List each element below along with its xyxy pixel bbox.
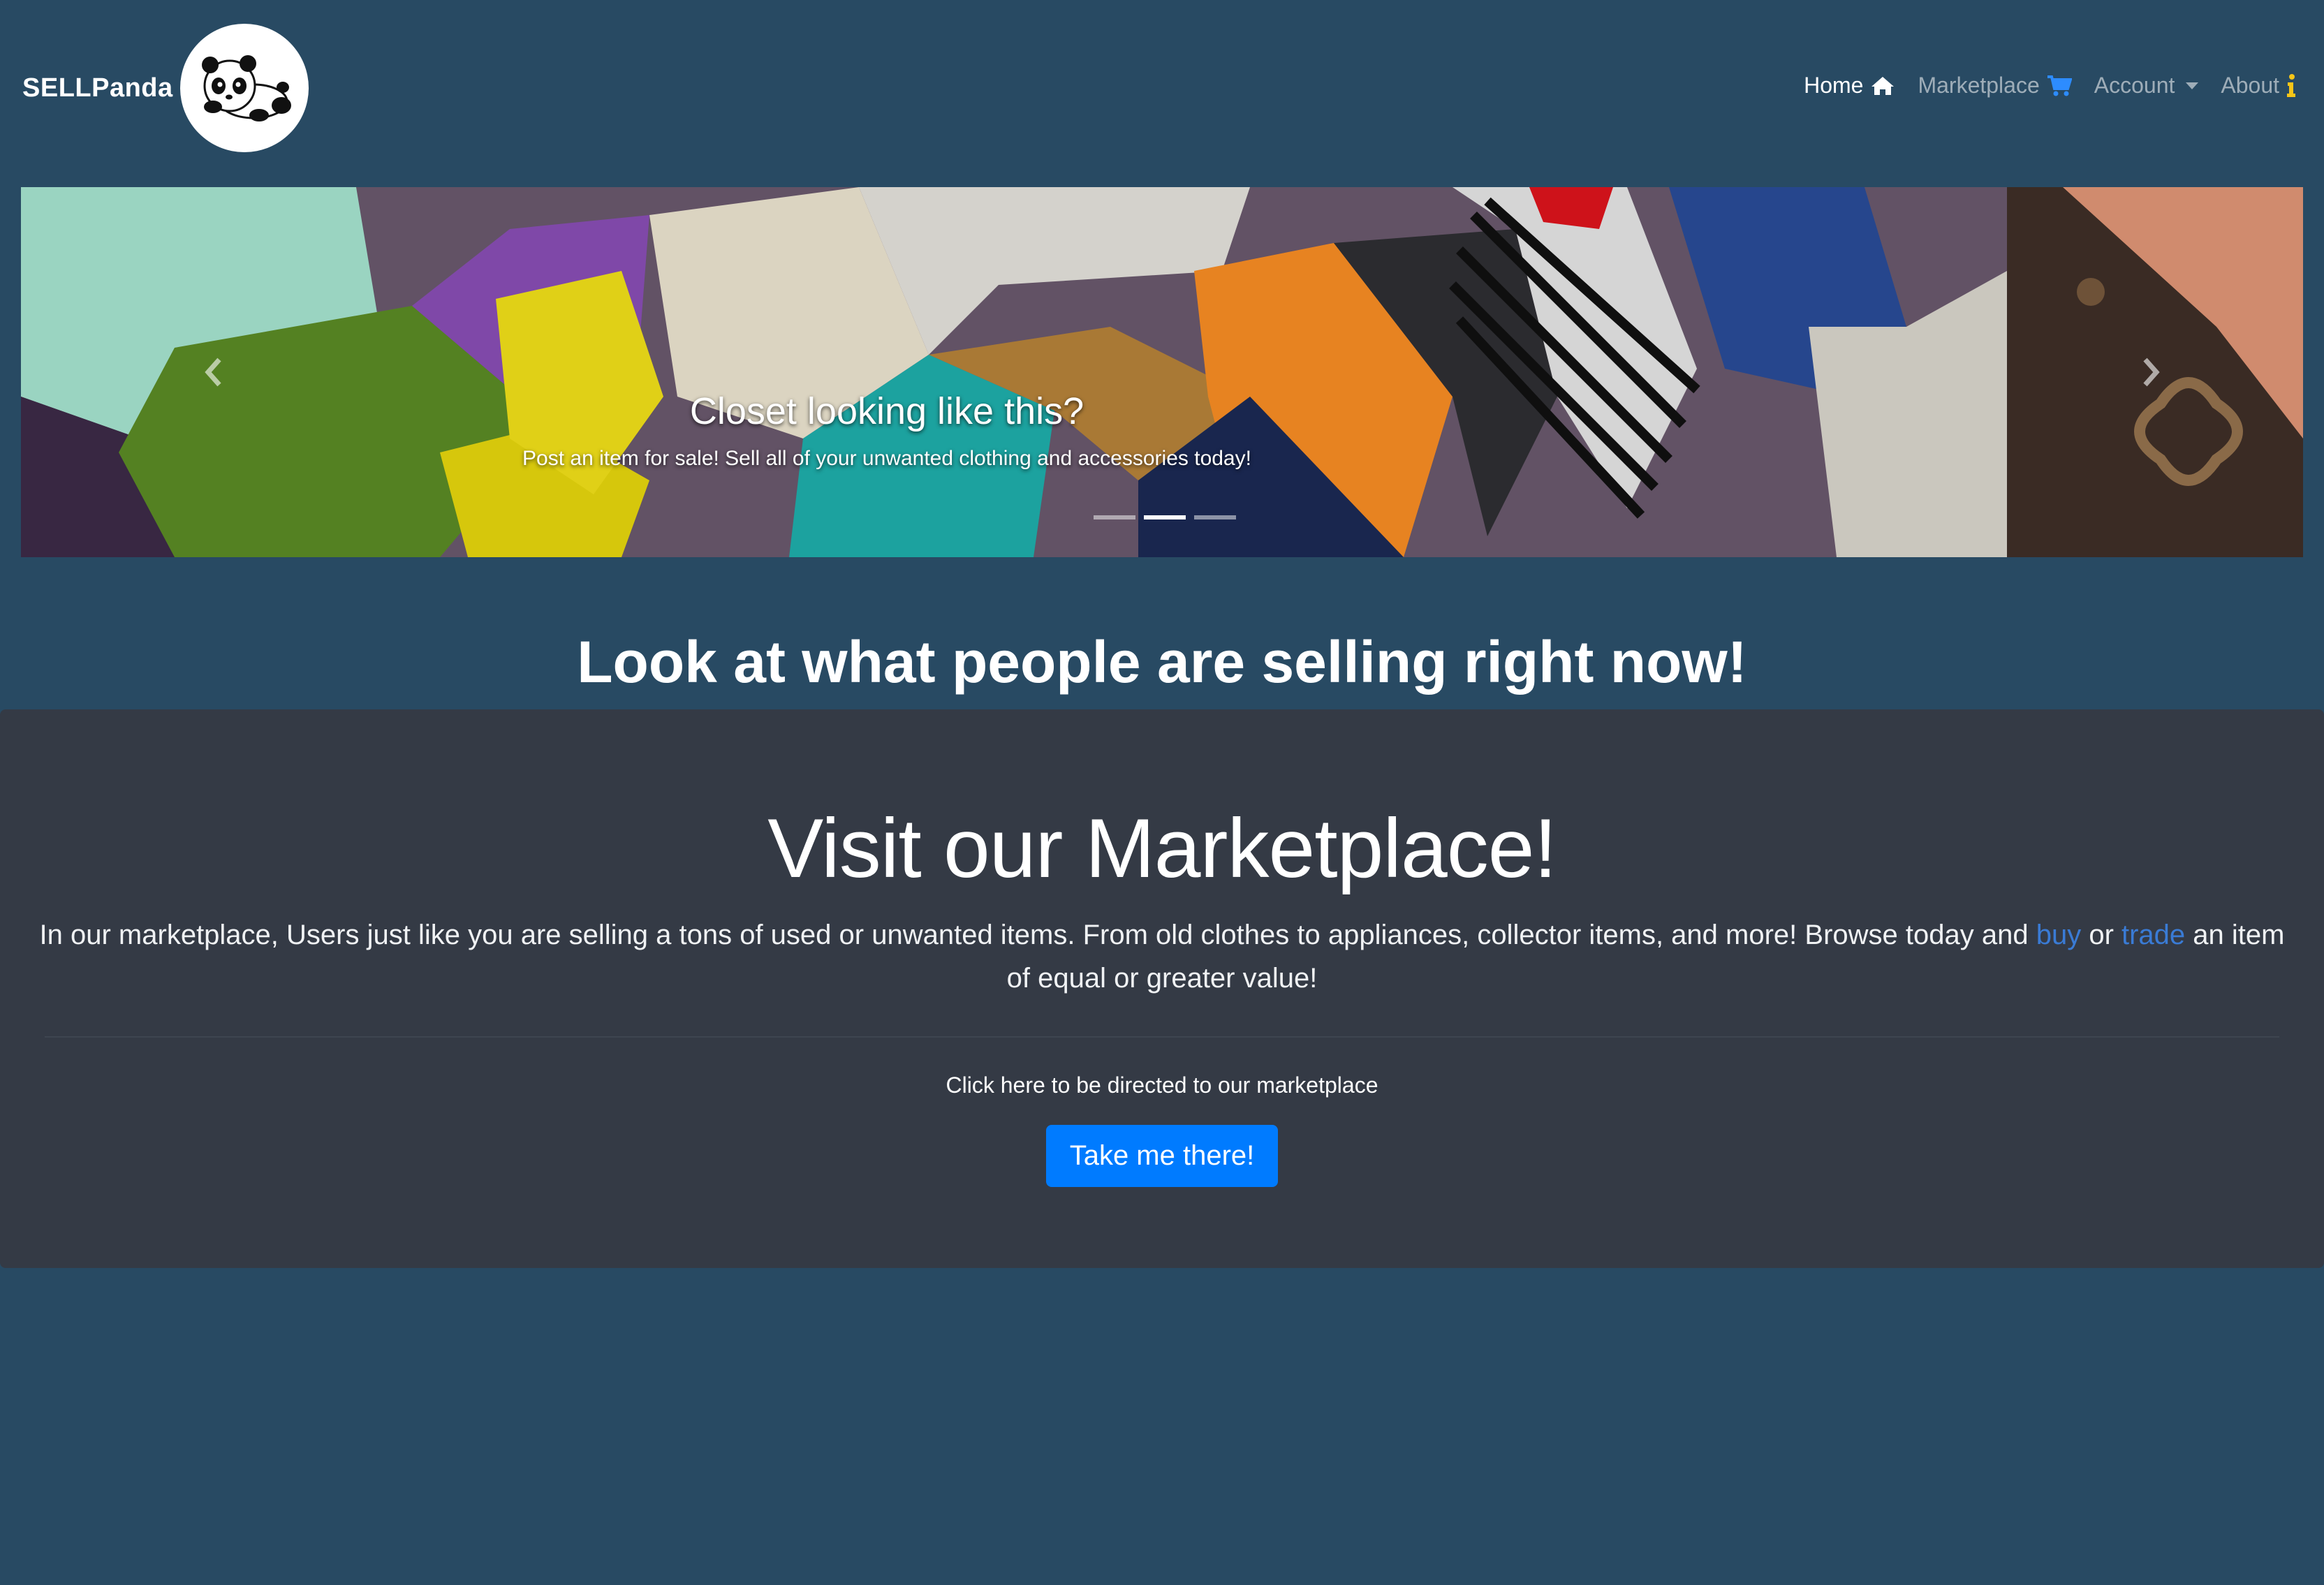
carousel-indicator-3[interactable] xyxy=(1194,515,1236,519)
carousel-indicator-1[interactable] xyxy=(1094,515,1135,519)
nav-about-label[interactable]: About xyxy=(2221,73,2279,98)
home-icon[interactable] xyxy=(1870,75,1895,96)
section-headline: Look at what people are selling right no… xyxy=(577,629,1747,695)
panda-logo-icon[interactable] xyxy=(179,24,309,152)
nav-account-label[interactable]: Account xyxy=(2094,73,2175,98)
nav-home[interactable]: Home xyxy=(1804,73,1895,98)
carousel-prev-button[interactable] xyxy=(143,187,283,557)
jumbotron-title: Visit our Marketplace! xyxy=(767,802,1557,895)
nav-home-label[interactable]: Home xyxy=(1804,73,1863,98)
trade-link[interactable]: trade xyxy=(2121,920,2185,950)
carousel-next-button[interactable] xyxy=(2082,187,2221,557)
brand[interactable]: SELLPanda xyxy=(22,24,309,152)
carousel-indicators xyxy=(1089,515,1240,519)
nav-marketplace-label[interactable]: Marketplace xyxy=(1918,73,2039,98)
hero-carousel[interactable]: Closet looking like this? Post an item f… xyxy=(21,187,2303,557)
brand-name[interactable]: SELLPanda xyxy=(22,73,173,103)
caret-down-icon[interactable] xyxy=(2186,82,2199,89)
nav-marketplace[interactable]: Marketplace xyxy=(1918,73,2072,98)
nav-menu: Home Marketplace Account About xyxy=(1781,73,2296,98)
chevron-right-icon[interactable] xyxy=(2141,357,2162,388)
nav-about[interactable]: About xyxy=(2221,73,2296,98)
jumbotron-lead: In our marketplace, Users just like you … xyxy=(38,913,2286,1000)
navbar: SELLPanda Home Marketplace Account About xyxy=(0,0,2324,175)
cta-text: Click here to be directed to our marketp… xyxy=(946,1072,1378,1098)
buy-link[interactable]: buy xyxy=(2036,920,2082,950)
nav-account-dropdown[interactable]: Account xyxy=(2094,73,2199,98)
lead-text-or: or xyxy=(2081,920,2121,950)
lead-text-before: In our marketplace, Users just like you … xyxy=(39,920,2036,950)
info-icon[interactable] xyxy=(2286,73,2296,98)
carousel-indicator-2[interactable] xyxy=(1144,515,1186,519)
marketplace-jumbotron: Visit our Marketplace! In our marketplac… xyxy=(0,709,2324,1268)
clothing-pile-image xyxy=(21,187,2007,557)
chevron-left-icon[interactable] xyxy=(203,357,223,388)
take-me-there-button[interactable]: Take me there! xyxy=(1045,1125,1279,1187)
cart-icon[interactable] xyxy=(2047,75,2072,97)
divider xyxy=(45,1036,2279,1038)
